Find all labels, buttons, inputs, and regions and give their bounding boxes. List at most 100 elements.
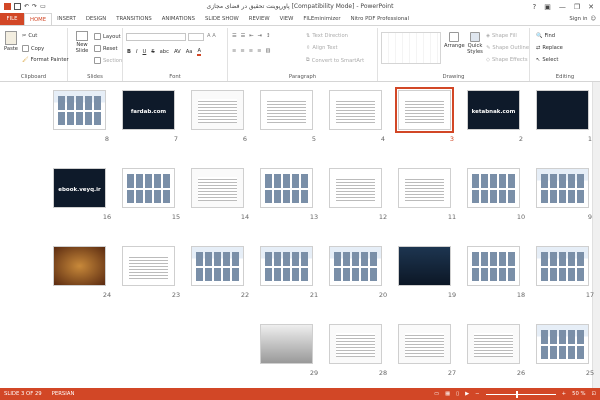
italic-button[interactable]: I — [136, 49, 138, 55]
slide-thumbnail[interactable] — [260, 246, 313, 286]
justify-icon[interactable]: ≡ — [257, 48, 261, 54]
slide-thumbnail[interactable]: ebook.veyq.ir — [53, 168, 106, 208]
undo-icon[interactable]: ↶ — [24, 3, 29, 10]
slide-thumbnail[interactable] — [398, 246, 451, 286]
shape-outline-button[interactable]: ✎ Shape Outline — [486, 45, 529, 51]
underline-button[interactable]: U — [143, 49, 147, 55]
columns-icon[interactable]: ▥ — [265, 48, 270, 54]
slide-thumbnail[interactable] — [329, 90, 382, 130]
character-spacing-button[interactable]: AV — [174, 49, 181, 55]
section-button[interactable]: Section — [94, 57, 122, 64]
view-slideshow-icon[interactable]: ▶ — [465, 391, 469, 397]
tab-slide-show[interactable]: SLIDE SHOW — [200, 13, 244, 25]
slide-counter[interactable]: SLIDE 3 OF 29 — [4, 391, 42, 397]
shadow-button[interactable]: abc — [160, 49, 169, 55]
shape-fill-button[interactable]: ◈ Shape Fill — [486, 33, 517, 39]
line-spacing-icon[interactable]: ↕ — [266, 33, 270, 39]
replace-button[interactable]: ⇄ Replace — [536, 45, 563, 51]
sign-in-link[interactable]: Sign in — [569, 16, 587, 22]
close-button[interactable]: ✕ — [588, 3, 594, 11]
strikethrough-button[interactable]: S — [151, 49, 154, 55]
bullets-icon[interactable]: ☰ — [232, 33, 237, 39]
format-painter-button[interactable]: 🖌 Format Painter — [22, 57, 69, 63]
slide-thumbnail[interactable] — [536, 246, 589, 286]
fit-slide-icon[interactable]: ⊡ — [592, 391, 596, 397]
slide-thumbnail[interactable] — [467, 246, 520, 286]
align-center-icon[interactable]: ≡ — [240, 48, 244, 54]
zoom-slider[interactable] — [485, 390, 556, 398]
slide-thumbnail[interactable] — [329, 324, 382, 364]
shape-effects-button[interactable]: ◇ Shape Effects — [486, 57, 528, 63]
slide-thumbnail[interactable] — [260, 90, 313, 130]
tab-fileminimizer[interactable]: FILEminimizer — [298, 13, 345, 25]
find-button[interactable]: 🔍 Find — [536, 33, 555, 39]
quick-styles-button[interactable]: Quick Styles — [464, 32, 486, 55]
slide-thumbnail[interactable] — [191, 168, 244, 208]
slide-thumbnail[interactable] — [536, 90, 589, 130]
arrange-button[interactable]: Arrange — [444, 32, 465, 49]
copy-button[interactable]: Copy — [22, 45, 44, 52]
zoom-in-button[interactable]: + — [562, 391, 566, 397]
grow-shrink-font[interactable]: A A — [207, 33, 216, 39]
save-icon[interactable] — [14, 3, 21, 10]
align-right-icon[interactable]: ≡ — [249, 48, 253, 54]
numbering-icon[interactable]: ☰ — [241, 33, 246, 39]
smiley-icon[interactable]: ☺ — [590, 16, 596, 22]
slide-thumbnail[interactable] — [467, 324, 520, 364]
layout-button[interactable]: Layout — [94, 33, 121, 40]
ribbon-display-icon[interactable]: ▣ — [544, 3, 551, 11]
zoom-level[interactable]: 50 % — [572, 391, 585, 397]
slide-thumbnail[interactable] — [191, 246, 244, 286]
decrease-indent-icon[interactable]: ⇤ — [249, 33, 253, 39]
slide-thumbnail[interactable] — [398, 168, 451, 208]
bold-button[interactable]: B — [127, 49, 131, 55]
slide-thumbnail[interactable] — [191, 90, 244, 130]
tab-review[interactable]: REVIEW — [244, 13, 275, 25]
slide-thumbnail[interactable] — [53, 90, 106, 130]
zoom-slider-thumb[interactable] — [515, 390, 518, 398]
slide-thumbnail[interactable] — [260, 168, 313, 208]
slide-thumbnail[interactable] — [395, 87, 454, 133]
font-size-box[interactable] — [188, 33, 204, 41]
tab-view[interactable]: VIEW — [275, 13, 299, 25]
change-case-button[interactable]: Aa — [186, 49, 193, 55]
paste-button[interactable]: Paste — [4, 31, 18, 52]
view-normal-icon[interactable]: ▭ — [434, 391, 439, 397]
new-slide-button[interactable]: New Slide — [72, 31, 92, 54]
select-button[interactable]: ↖ Select — [536, 57, 558, 63]
tab-home[interactable]: HOME — [24, 13, 53, 25]
slide-thumbnail[interactable] — [53, 246, 106, 286]
help-button[interactable]: ? — [533, 3, 537, 11]
redo-icon[interactable]: ↷ — [32, 3, 37, 10]
increase-indent-icon[interactable]: ⇥ — [258, 33, 262, 39]
slide-thumbnail[interactable] — [398, 324, 451, 364]
restore-button[interactable]: ❐ — [574, 3, 580, 11]
tab-animations[interactable]: ANIMATIONS — [157, 13, 200, 25]
shapes-gallery[interactable] — [381, 32, 441, 64]
font-color-button[interactable]: A — [197, 48, 201, 56]
slide-thumbnail[interactable]: fardab.com — [122, 90, 175, 130]
align-left-icon[interactable]: ≡ — [232, 48, 236, 54]
align-text-button[interactable]: ⇳ Align Text — [306, 45, 338, 51]
slide-thumbnail[interactable] — [122, 168, 175, 208]
tab-transitions[interactable]: TRANSITIONS — [111, 13, 157, 25]
slide-thumbnail[interactable]: ketabnak.com — [467, 90, 520, 130]
slide-thumbnail[interactable] — [329, 168, 382, 208]
view-reading-icon[interactable]: ▯ — [456, 391, 459, 397]
slide-thumbnail[interactable] — [329, 246, 382, 286]
vertical-scrollbar[interactable] — [592, 82, 600, 388]
reset-button[interactable]: Reset — [94, 45, 118, 52]
font-name-box[interactable] — [126, 33, 186, 41]
zoom-out-button[interactable]: − — [475, 391, 479, 397]
start-slideshow-icon[interactable]: ▭ — [40, 3, 46, 10]
text-direction-button[interactable]: ⇅ Text Direction — [306, 33, 348, 39]
view-sorter-icon[interactable]: ▦ — [445, 391, 450, 397]
slide-thumbnail[interactable] — [260, 324, 313, 364]
slide-thumbnail[interactable] — [122, 246, 175, 286]
slide-thumbnail[interactable] — [536, 168, 589, 208]
tab-insert[interactable]: INSERT — [52, 13, 81, 25]
tab-file[interactable]: FILE — [0, 13, 24, 25]
cut-button[interactable]: ✂ Cut — [22, 33, 37, 39]
slide-thumbnail[interactable] — [467, 168, 520, 208]
minimize-button[interactable]: — — [559, 3, 566, 11]
